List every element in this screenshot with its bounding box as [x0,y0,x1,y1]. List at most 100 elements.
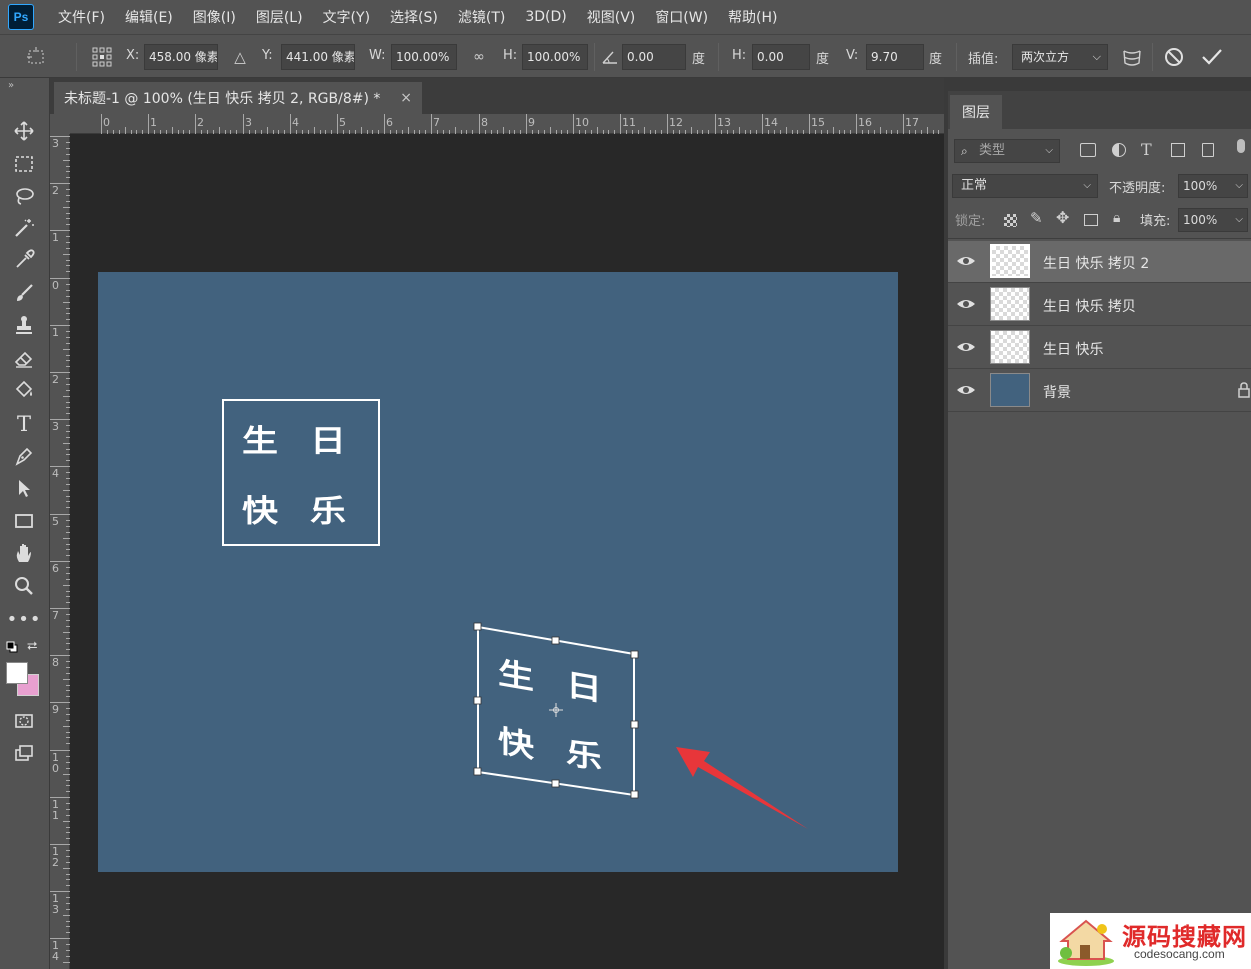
layer-row-copy[interactable]: 生日 快乐 拷贝 [948,284,1251,326]
relative-position-icon[interactable]: △ [226,43,254,71]
ruler-tick [921,130,922,134]
collapse-icon[interactable]: » [8,80,14,91]
type-filter-icon[interactable]: T [1141,140,1152,159]
layer-row-background[interactable]: 背景 [948,370,1251,412]
eyedropper-tool-icon[interactable] [8,245,40,275]
foreground-color-swatch[interactable] [6,662,28,684]
paint-bucket-tool-icon[interactable] [8,375,40,405]
link-icon[interactable]: ∞ [465,43,493,71]
ruler-tick [721,130,722,134]
ruler-tick [337,114,338,134]
eraser-tool-icon[interactable] [8,343,40,373]
menu-3d[interactable]: 3D(D) [515,0,576,34]
menu-image[interactable]: 图像(I) [183,0,246,34]
visibility-eye-icon[interactable] [956,253,976,269]
width-input[interactable]: 100.00% [391,44,457,70]
tab-layers[interactable]: 图层 [950,95,1002,129]
ruler-tick [66,271,70,272]
document-canvas[interactable]: 生 日 快 乐 生 日 快 乐 [98,272,898,872]
hand-tool-icon[interactable] [8,538,40,568]
skew-h-input[interactable]: 0.00 [752,44,810,70]
horizontal-ruler[interactable]: 0 1 2 3 4 5 6 7 8 9 10 11 12 13 14 15 16 17 [70,114,944,134]
close-icon[interactable]: × [400,90,412,106]
ruler-label: 1 3 [52,892,59,916]
rectangle-tool-icon[interactable] [8,506,40,536]
shape-filter-icon[interactable] [1171,143,1185,157]
cancel-transform-icon[interactable] [1160,43,1188,71]
y-position-input[interactable]: 441.00 像素 [281,44,355,70]
menu-layer[interactable]: 图层(L) [246,0,313,34]
menu-window[interactable]: 窗口(W) [645,0,718,34]
document-tab[interactable]: 未标题-1 @ 100% (生日 快乐 拷贝 2, RGB/8#) * × [54,82,422,114]
menu-help[interactable]: 帮助(H) [718,0,787,34]
ruler-tick [66,195,70,196]
ruler-label: 15 [811,116,825,129]
canvas-area[interactable]: 生 日 快 乐 生 日 快 乐 [71,135,944,969]
smart-object-filter-icon[interactable] [1202,143,1214,157]
seal-layer[interactable]: 生 日 快 乐 [222,399,380,546]
layer-filter-select[interactable]: ⌕ 类型 ⌵ [954,139,1060,163]
adjustment-filter-icon[interactable] [1112,143,1126,157]
ruler-tick [66,661,70,662]
fill-input[interactable]: 100% ⌵ [1178,208,1248,232]
screen-mode-icon[interactable] [8,738,40,768]
ruler-tick [66,885,70,886]
lock-all-icon[interactable]: 🔒︎ [1113,210,1120,226]
lock-transparent-icon[interactable] [1004,214,1017,227]
lock-position-icon[interactable]: ✥ [1056,208,1069,227]
visibility-eye-icon[interactable] [956,382,976,398]
layer-thumbnail [990,244,1030,278]
height-input[interactable]: 100.00% [522,44,588,70]
ruler-label: 8 [481,116,488,129]
more-tools-icon[interactable]: ••• [7,604,41,634]
image-filter-icon[interactable] [1080,143,1096,157]
layer-row-original[interactable]: 生日 快乐 [948,327,1251,369]
commit-transform-icon[interactable] [1198,43,1226,71]
menu-type[interactable]: 文字(Y) [313,0,380,34]
default-colors-icon[interactable] [6,641,18,653]
ruler-tick [532,130,533,134]
menu-file[interactable]: 文件(F) [48,0,115,34]
quick-mask-icon[interactable] [8,706,40,736]
menu-filter[interactable]: 滤镜(T) [448,0,515,34]
ruler-tick [419,130,420,134]
document-tab-title: 未标题-1 @ 100% (生日 快乐 拷贝 2, RGB/8#) * [64,91,381,107]
x-position-input[interactable]: 458.00 像素 [144,44,218,70]
interpolation-select[interactable]: 两次立方 ⌵ [1012,44,1108,70]
reference-point-icon[interactable] [88,43,116,71]
move-tool-icon[interactable] [8,116,40,146]
blend-mode-select[interactable]: 正常 ⌵ [952,174,1098,198]
lasso-tool-icon[interactable] [8,181,40,211]
magic-wand-tool-icon[interactable] [8,213,40,243]
ruler-tick [66,756,70,757]
ruler-tick [66,602,70,603]
search-icon: ⌕ [961,144,968,158]
opacity-input[interactable]: 100% ⌵ [1178,174,1248,198]
marquee-tool-icon[interactable] [8,149,40,179]
pen-tool-icon[interactable] [8,441,40,471]
chevron-down-icon: ⌵ [1083,180,1091,191]
menu-view[interactable]: 视图(V) [577,0,646,34]
warp-icon[interactable] [1118,43,1146,71]
layer-filter-placeholder: 类型 [979,143,1006,158]
separator [1152,43,1153,71]
visibility-eye-icon[interactable] [956,339,976,355]
menu-select[interactable]: 选择(S) [380,0,448,34]
zoom-tool-icon[interactable] [8,571,40,601]
swap-colors-icon[interactable]: ⮂ [27,639,37,654]
layer-row-copy-2[interactable]: 生日 快乐 拷贝 2 [948,241,1251,283]
lock-pixels-icon[interactable]: ✎ [1030,209,1043,227]
transform-tool-icon[interactable] [22,43,50,71]
path-selection-tool-icon[interactable] [8,473,40,503]
rotate-input[interactable]: 0.00 [622,44,686,70]
type-tool-icon[interactable]: T [8,409,40,439]
filter-toggle[interactable] [1237,139,1245,153]
brush-tool-icon[interactable] [8,278,40,308]
visibility-eye-icon[interactable] [956,296,976,312]
menu-edit[interactable]: 编辑(E) [115,0,183,34]
skew-v-input[interactable]: 9.70 [866,44,924,70]
stamp-tool-icon[interactable] [8,310,40,340]
lock-artboard-icon[interactable] [1084,214,1098,226]
vertical-ruler[interactable]: 32101234567891 01 11 21 31 4 [50,134,70,969]
ruler-tick [355,130,356,134]
